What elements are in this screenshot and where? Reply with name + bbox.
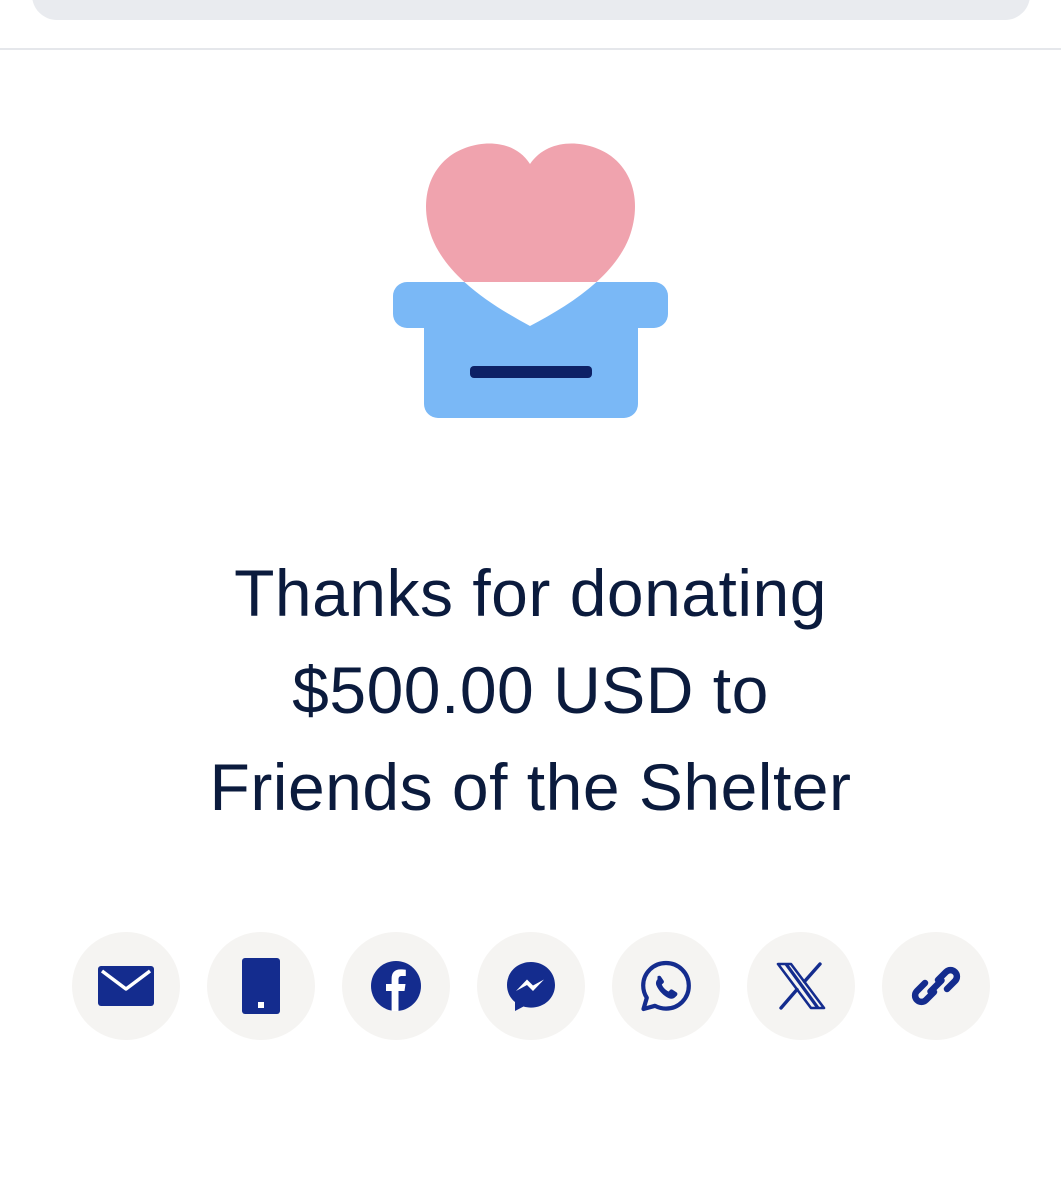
whatsapp-icon: [641, 960, 691, 1012]
top-bar: [0, 0, 1061, 50]
message-line-3: Friends of the Shelter: [209, 750, 852, 824]
search-bar[interactable]: [32, 0, 1030, 20]
email-icon: [98, 966, 154, 1006]
x-icon: [776, 962, 826, 1010]
share-email-button[interactable]: [72, 932, 180, 1040]
share-x-button[interactable]: [747, 932, 855, 1040]
link-icon: [911, 966, 961, 1006]
heart-in-donation-box-icon: [393, 143, 668, 418]
donation-confirmation-message: Thanks for donating $500.00 USD to Frien…: [60, 545, 1001, 836]
share-copy-link-button[interactable]: [882, 932, 990, 1040]
message-line-1: Thanks for donating: [234, 556, 827, 630]
facebook-icon: [371, 961, 421, 1011]
share-sms-button[interactable]: [207, 932, 315, 1040]
messenger-icon: [507, 962, 555, 1011]
share-whatsapp-button[interactable]: [612, 932, 720, 1040]
phone-sms-icon: [242, 958, 280, 1014]
share-buttons-row: [72, 932, 990, 1040]
share-facebook-button[interactable]: [342, 932, 450, 1040]
message-line-2: $500.00 USD to: [292, 653, 769, 727]
share-messenger-button[interactable]: [477, 932, 585, 1040]
